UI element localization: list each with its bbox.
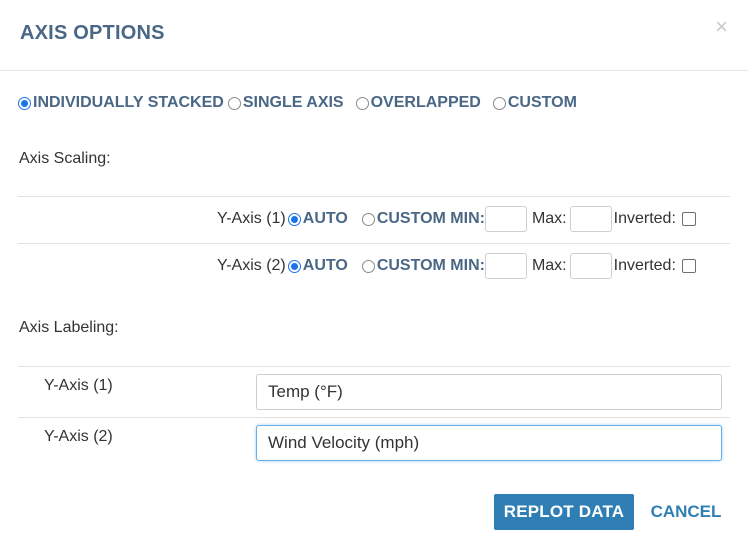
- layout-option-custom[interactable]: CUSTOM: [492, 94, 577, 112]
- auto-label: AUTO: [302, 210, 348, 227]
- layout-option-individually-stacked[interactable]: INDIVIDUALLY STACKED: [18, 94, 224, 112]
- scaling-axis-name: Y-Axis (2): [217, 257, 286, 274]
- inverted-label: Inverted:: [613, 210, 676, 227]
- cancel-button[interactable]: CANCEL: [644, 494, 728, 530]
- axis-labeling-heading: Axis Labeling:: [19, 319, 119, 336]
- radio-individually-stacked[interactable]: [18, 96, 31, 110]
- dialog-header: AXIS OPTIONS ×: [0, 0, 748, 71]
- scaling-row-y1: Y-Axis (1) AUTO CUSTOM MIN: Max: Inverte…: [18, 196, 730, 243]
- layout-option-overlapped[interactable]: OVERLAPPED: [355, 94, 481, 112]
- max-input-y2[interactable]: [569, 253, 612, 279]
- min-input-y2[interactable]: [484, 253, 527, 279]
- layout-option-label: CUSTOM: [507, 94, 577, 111]
- radio-auto-y2[interactable]: [287, 259, 301, 273]
- close-icon[interactable]: ×: [715, 16, 728, 38]
- layout-option-label: INDIVIDUALLY STACKED: [33, 94, 224, 111]
- dialog-title: AXIS OPTIONS: [20, 22, 165, 44]
- labeling-axis-name: Y-Axis (1): [44, 377, 113, 394]
- layout-option-single-axis[interactable]: SINGLE AXIS: [227, 94, 344, 112]
- labeling-row-y1: Y-Axis (1): [18, 366, 730, 417]
- custom-min-label: CUSTOM MIN:: [376, 210, 485, 227]
- radio-custom-y1[interactable]: [361, 212, 375, 226]
- radio-custom-y2[interactable]: [361, 259, 375, 273]
- max-label: Max:: [531, 210, 567, 227]
- custom-min-label: CUSTOM MIN:: [376, 257, 485, 274]
- scaling-axis-name: Y-Axis (1): [217, 210, 286, 227]
- label-input-y1[interactable]: [256, 374, 722, 410]
- radio-overlapped[interactable]: [355, 96, 369, 110]
- auto-label: AUTO: [302, 257, 348, 274]
- scaling-row-y2: Y-Axis (2) AUTO CUSTOM MIN: Max: Inverte…: [18, 243, 730, 290]
- replot-data-button[interactable]: REPLOT DATA: [494, 494, 634, 530]
- label-input-y2[interactable]: [256, 425, 722, 461]
- radio-custom[interactable]: [492, 96, 506, 110]
- labeling-row-y2: Y-Axis (2): [18, 417, 730, 468]
- labeling-axis-name: Y-Axis (2): [44, 428, 113, 445]
- max-label: Max:: [531, 257, 567, 274]
- layout-option-label: OVERLAPPED: [370, 94, 481, 111]
- max-input-y1[interactable]: [569, 206, 612, 232]
- axis-options-dialog: AXIS OPTIONS × INDIVIDUALLY STACKED SING…: [0, 0, 748, 548]
- inverted-checkbox-y2[interactable]: [681, 259, 696, 273]
- layout-mode-group: INDIVIDUALLY STACKED SINGLE AXIS OVERLAP…: [18, 93, 581, 113]
- inverted-label: Inverted:: [613, 257, 676, 274]
- radio-single-axis[interactable]: [227, 96, 241, 110]
- inverted-checkbox-y1[interactable]: [681, 212, 696, 226]
- min-input-y1[interactable]: [484, 206, 527, 232]
- radio-auto-y1[interactable]: [287, 212, 301, 226]
- layout-option-label: SINGLE AXIS: [242, 94, 344, 111]
- axis-scaling-heading: Axis Scaling:: [19, 150, 111, 167]
